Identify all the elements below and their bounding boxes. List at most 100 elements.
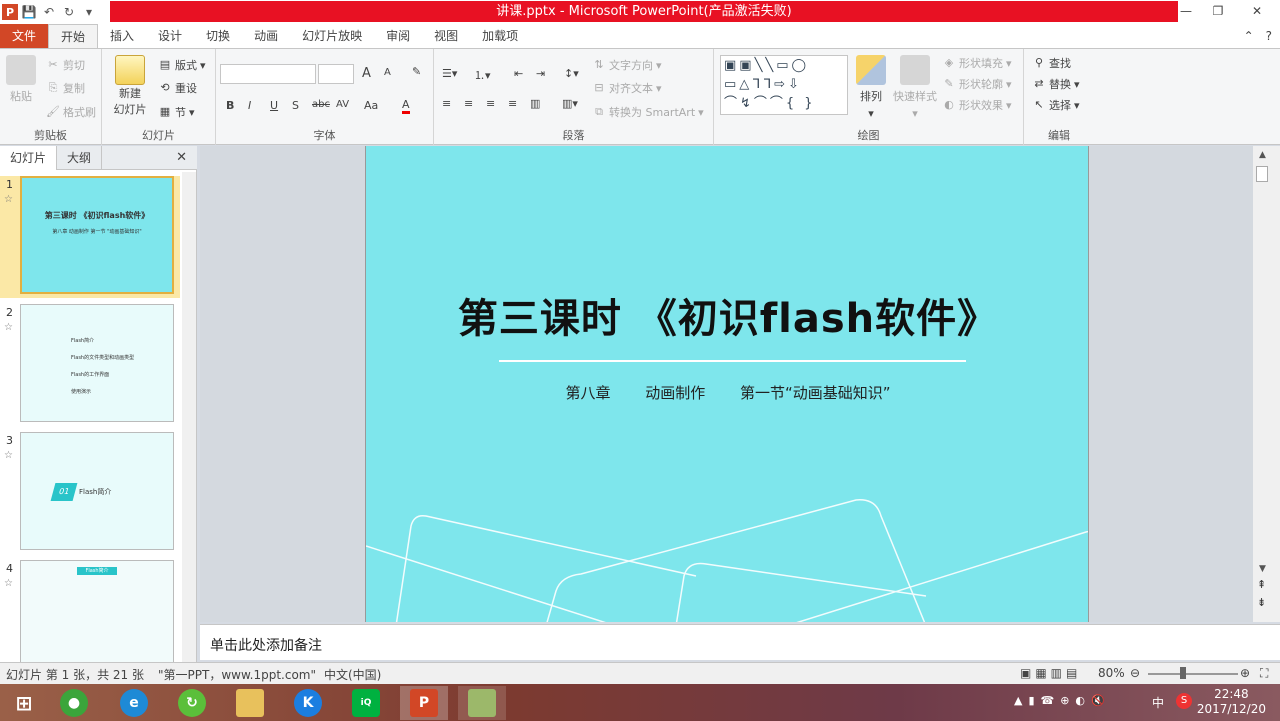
taskbar-app-ie[interactable]: e [110, 686, 158, 720]
line-spacing-icon[interactable]: ↕▾ [564, 67, 579, 80]
slide-subtitle[interactable]: 第八章 动画制作 第一节“动画基础知识” [366, 382, 1088, 403]
tab-outline-pane[interactable]: 大纲 [57, 146, 103, 170]
align-left-icon[interactable]: ≡ [442, 97, 451, 110]
taskbar-app-explorer[interactable] [226, 686, 274, 720]
maximize-button[interactable]: ❐ [1202, 0, 1234, 22]
next-slide-icon[interactable]: ⇟ [1257, 597, 1266, 608]
tab-design[interactable]: 设计 [146, 24, 194, 48]
scroll-down-icon[interactable]: ▼ [1259, 564, 1266, 574]
save-icon[interactable]: 💾 [20, 3, 38, 21]
zoom-in-icon[interactable]: ⊕ [1240, 666, 1250, 680]
align-center-icon[interactable]: ≡ [464, 97, 473, 110]
select-button[interactable]: ↖ 选择 ▾ [1032, 97, 1079, 113]
thumbnail-slide-4[interactable]: 4 ☆ Flash简介 [0, 560, 180, 662]
ribbon-minimize-icon[interactable]: ⌃ [1240, 24, 1258, 48]
tab-addins[interactable]: 加载项 [470, 24, 530, 48]
change-case-button[interactable]: Aa [364, 99, 378, 112]
previous-slide-icon[interactable]: ⇞ [1257, 579, 1266, 590]
numbering-icon[interactable]: ⒈▾ [474, 67, 491, 83]
powerpoint-logo-icon[interactable]: P [2, 4, 18, 20]
taskbar-clock[interactable]: 22:48 2017/12/20 [1197, 687, 1266, 717]
pane-close-button[interactable]: ✕ [166, 146, 197, 170]
theme-name[interactable]: "第一PPT，www.1ppt.com" [158, 666, 316, 683]
shadow-button[interactable]: S [292, 99, 299, 112]
decrease-indent-icon[interactable]: ⇤ [514, 67, 523, 80]
taskbar-app-powerpoint[interactable]: P [400, 686, 448, 720]
underline-button[interactable]: U [270, 99, 278, 112]
bullets-icon[interactable]: ☰▾ [442, 67, 457, 80]
taskbar-app-presentation[interactable] [458, 686, 506, 720]
tab-slideshow[interactable]: 幻灯片放映 [290, 24, 374, 48]
zoom-slider[interactable] [1148, 673, 1238, 675]
text-direction-button[interactable]: ⇅ 文字方向 ▾ [592, 57, 661, 73]
bold-button[interactable]: B [226, 99, 234, 112]
slide-canvas[interactable]: 第三课时 《初识flash软件》 第八章 动画制作 第一节“动画基础知识” [365, 146, 1089, 622]
scroll-thumb[interactable] [1256, 166, 1268, 182]
view-buttons[interactable]: ▣▦▥▤ [1020, 666, 1081, 680]
zoom-thumb[interactable] [1180, 667, 1186, 679]
paste-button[interactable]: 粘贴 [6, 55, 36, 104]
reset-button[interactable]: ⟲ 重设 [158, 80, 197, 96]
editor-scrollbar[interactable]: ▲ ▼ ⇞ ⇟ [1253, 146, 1280, 622]
columns-icon[interactable]: ▥▾ [562, 97, 578, 110]
clear-format-icon[interactable]: ✎ [412, 65, 421, 78]
minimize-button[interactable]: — [1170, 0, 1202, 22]
close-button[interactable]: ✕ [1234, 0, 1280, 22]
layout-button[interactable]: ▤ 版式 ▾ [158, 57, 206, 73]
fit-window-icon[interactable]: ⛶ [1260, 666, 1268, 681]
shape-fill-button[interactable]: ◈ 形状填充 ▾ [942, 55, 1012, 71]
tab-home[interactable]: 开始 [48, 24, 99, 48]
taskbar-app-iqiyi[interactable]: iQ [342, 686, 390, 720]
copy-button[interactable]: ⎘ 复制 [46, 80, 85, 96]
smartart-button[interactable]: ⧉ 转换为 SmartArt ▾ [592, 104, 704, 120]
tab-review[interactable]: 审阅 [374, 24, 422, 48]
increase-indent-icon[interactable]: ⇥ [536, 67, 545, 80]
font-size-combo[interactable] [318, 64, 354, 84]
strikethrough-button[interactable]: abc [312, 99, 330, 110]
distributed-icon[interactable]: ▥ [530, 97, 540, 110]
shapes-gallery[interactable]: ▣▣╲╲▭◯ ▭△ᒣᒣ⇨⇩ ⌒↯⌒⌒{ } [720, 55, 848, 115]
thumbnail-scrollbar[interactable] [182, 172, 196, 662]
tray-icons[interactable]: ▲▮☎⊕◐🔇 [1014, 694, 1111, 707]
start-button[interactable]: ⊞ [0, 686, 48, 720]
grow-font-button[interactable]: A [362, 66, 371, 81]
font-family-combo[interactable] [220, 64, 316, 84]
ime-indicator[interactable]: 中 [1152, 694, 1164, 711]
tab-file[interactable]: 文件 [0, 24, 48, 48]
undo-icon[interactable]: ↶ [40, 3, 58, 21]
taskbar-app-kugou[interactable]: K [284, 686, 332, 720]
format-painter-button[interactable]: 🖌 格式刷 [46, 104, 96, 120]
italic-button[interactable]: I [248, 99, 251, 112]
font-color-button[interactable]: A [402, 98, 410, 114]
help-icon[interactable]: ? [1258, 24, 1280, 48]
shape-effects-button[interactable]: ◐ 形状效果 ▾ [942, 97, 1011, 113]
justify-icon[interactable]: ≡ [508, 97, 517, 110]
find-button[interactable]: ⚲ 查找 [1032, 55, 1071, 71]
taskbar-app-browser[interactable]: ↻ [168, 686, 216, 720]
redo-icon[interactable]: ↻ [60, 3, 78, 21]
tab-view[interactable]: 视图 [422, 24, 470, 48]
thumbnail-slide-1[interactable]: 1 ☆ 第三课时 《初识flash软件》 第八章 动画制作 第一节 "动画基础知… [0, 176, 180, 298]
thumbnail-slide-2[interactable]: 2 ☆ Flash简介 Flash的文件类型和动画类型 Flash的工作界面 使… [0, 304, 180, 426]
slide-title[interactable]: 第三课时 《初识flash软件》 [366, 286, 1088, 344]
tab-slides-pane[interactable]: 幻灯片 [0, 146, 58, 170]
scroll-up-icon[interactable]: ▲ [1259, 150, 1266, 160]
tab-transitions[interactable]: 切换 [194, 24, 242, 48]
taskbar-app-360[interactable]: ● [50, 686, 98, 720]
new-slide-button[interactable]: 新建 幻灯片 [110, 55, 150, 117]
shrink-font-button[interactable]: A [384, 67, 391, 78]
thumbnail-slide-3[interactable]: 3 ☆ 01 Flash简介 [0, 432, 180, 554]
char-spacing-button[interactable]: AV [336, 99, 349, 110]
arrange-button[interactable]: 排列 ▾ [854, 55, 888, 120]
replace-button[interactable]: ⇄ 替换 ▾ [1032, 76, 1079, 92]
zoom-out-icon[interactable]: ⊖ [1130, 666, 1140, 680]
align-text-button[interactable]: ⊟ 对齐文本 ▾ [592, 80, 661, 96]
zoom-level[interactable]: 80% [1098, 666, 1125, 680]
cut-button[interactable]: ✂ 剪切 [46, 57, 85, 73]
section-button[interactable]: ▦ 节 ▾ [158, 104, 195, 120]
customize-qat-icon[interactable]: ▾ [80, 3, 98, 21]
shape-outline-button[interactable]: ✎ 形状轮廓 ▾ [942, 76, 1011, 92]
quick-styles-button[interactable]: 快速样式 ▾ [892, 55, 938, 120]
notes-placeholder[interactable]: 单击此处添加备注 [210, 635, 322, 655]
sogou-icon[interactable]: S [1176, 693, 1192, 709]
